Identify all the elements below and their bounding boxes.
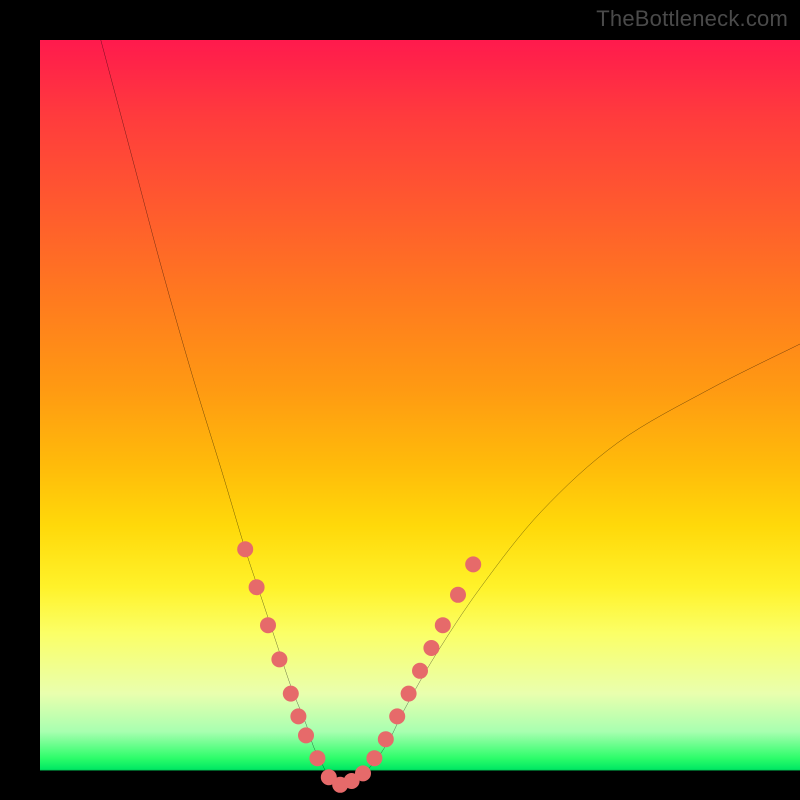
plot-area bbox=[40, 40, 800, 800]
marker-point bbox=[271, 651, 287, 667]
marker-point bbox=[435, 617, 451, 633]
marker-point bbox=[309, 750, 325, 766]
marker-point bbox=[321, 769, 337, 785]
marker-point bbox=[412, 663, 428, 679]
curve-layer bbox=[40, 40, 800, 800]
marker-point bbox=[366, 750, 382, 766]
marker-point bbox=[260, 617, 276, 633]
marker-point bbox=[283, 686, 299, 702]
bottleneck-curve-path bbox=[101, 40, 800, 786]
marker-point bbox=[465, 556, 481, 572]
marker-point bbox=[401, 686, 417, 702]
marker-point bbox=[355, 765, 371, 781]
marker-point bbox=[237, 541, 253, 557]
marker-point bbox=[423, 640, 439, 656]
watermark-text: TheBottleneck.com bbox=[596, 6, 788, 32]
marker-point bbox=[332, 777, 348, 793]
highlight-markers-right bbox=[344, 556, 482, 789]
chart-frame: TheBottleneck.com bbox=[0, 0, 800, 800]
highlight-markers-left bbox=[237, 541, 348, 793]
marker-point bbox=[450, 587, 466, 603]
marker-point bbox=[249, 579, 265, 595]
marker-point bbox=[378, 731, 394, 747]
marker-point bbox=[344, 773, 360, 789]
marker-point bbox=[290, 708, 306, 724]
marker-point bbox=[389, 708, 405, 724]
marker-point bbox=[298, 727, 314, 743]
